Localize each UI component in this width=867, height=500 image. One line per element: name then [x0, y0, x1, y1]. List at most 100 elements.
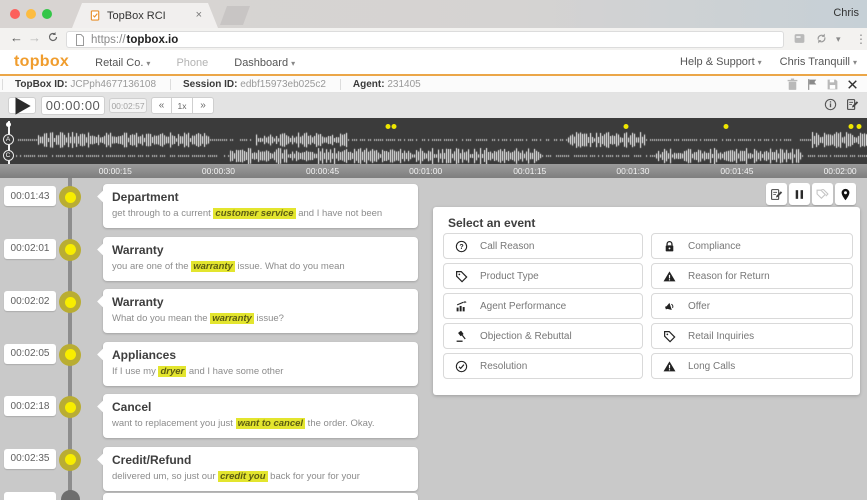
transcript-card[interactable]: Appliances If I use my dryer and I have s… [103, 341, 418, 386]
nav-item-dashboard[interactable]: Dashboard ▾ [234, 57, 295, 69]
nav-items: Retail Co. ▾ Phone Dashboard ▾ [69, 53, 295, 71]
transcript-card[interactable]: Cancel want to replacement you just want … [103, 394, 418, 438]
nav-item-chris-tranquill[interactable]: Chris Tranquill ▾ [780, 56, 857, 68]
nav-item-help-support[interactable]: Help & Support ▾ [680, 56, 762, 68]
timeline-event-dot[interactable] [59, 291, 81, 313]
new-tab-button[interactable] [220, 6, 250, 25]
transcript-card[interactable]: Department get through to a current custo… [103, 184, 418, 228]
speed-button[interactable]: 1x [172, 97, 193, 114]
transcript-card[interactable]: Warranty you are one of the warranty issu… [103, 236, 418, 281]
snippet-text: back for your for your [267, 470, 360, 482]
bar-chart-icon [455, 300, 468, 313]
url-bar[interactable]: https:// topbox.io [66, 31, 784, 48]
timebar-tick-label: 00:00:45 [305, 166, 340, 176]
browser-menu-icon[interactable]: ⋮ [855, 32, 867, 46]
event-button-reason-for-return[interactable]: Reason for Return [651, 263, 853, 289]
save-icon[interactable] [826, 78, 839, 91]
event-button-compliance[interactable]: Compliance [651, 233, 853, 259]
timeline-event-dot[interactable] [59, 238, 81, 261]
rewind-button[interactable]: « [151, 97, 172, 114]
event-button-label: Resolution [480, 360, 528, 372]
tab-close-icon[interactable]: × [196, 10, 202, 21]
transcript-card-title: Cancel [112, 400, 152, 414]
audio-player-bar: 00:00:00 00:02:57 « 1x » [0, 93, 867, 118]
waveform-event-marker [623, 124, 629, 129]
pin-icon [839, 188, 852, 201]
pin-button[interactable] [835, 183, 856, 205]
playhead-handle[interactable] [6, 122, 11, 127]
browser-tab[interactable]: TopBox RCI × [72, 3, 218, 28]
event-button-offer[interactable]: Offer [651, 293, 853, 319]
forward-button[interactable]: → [28, 30, 41, 45]
event-buttons: ? Call Reason Compliance Product Type Reason… [443, 233, 853, 379]
timeline-event-dot[interactable] [59, 343, 81, 366]
nav-item-retail-co-[interactable]: Retail Co. ▾ [95, 57, 150, 69]
timebar-tick-label: 00:01:45 [720, 166, 754, 176]
tab-favicon-icon [90, 9, 101, 22]
note-edit-icon [770, 188, 783, 201]
player-right-icons [824, 98, 859, 111]
snippet-text: you are one of the [112, 260, 192, 272]
session-field-label: TopBox ID: [15, 78, 71, 90]
warning-triangle-icon [663, 270, 676, 283]
event-button-call-reason[interactable]: ? Call Reason [443, 233, 643, 259]
chevron-down-icon: ▾ [146, 59, 151, 68]
flag-icon[interactable] [806, 78, 819, 91]
url-domain: topbox.io [126, 33, 179, 46]
timeline-event-dot[interactable] [59, 448, 81, 471]
waveform-timebar[interactable]: 00:00:15 00:00:30 00:00:45 00:01:00 00:01:15… [0, 164, 867, 178]
event-button-agent-performance[interactable]: Agent Performance [443, 293, 643, 319]
browser-caret-icon[interactable]: ▾ [836, 34, 841, 45]
note-edit-icon[interactable] [846, 98, 859, 111]
transcript-card[interactable]: Credit/Refund delivered um, so just our c… [103, 446, 418, 491]
session-bar: TopBox ID: JCPph4677136108 Session ID: ed… [0, 76, 867, 93]
url-scheme: https:// [91, 33, 126, 46]
pause-button[interactable] [789, 183, 810, 205]
trash-icon[interactable] [786, 78, 799, 91]
event-button-product-type[interactable]: Product Type [443, 263, 643, 289]
check-circle-icon [455, 360, 468, 373]
timeline-row: 00:02:01 Warranty you are one of the warra… [0, 236, 430, 290]
maximize-window-button[interactable] [42, 9, 52, 19]
event-button-objection-rebuttal[interactable]: Objection & Rebuttal [443, 323, 643, 349]
close-window-button[interactable] [10, 9, 20, 19]
timebar-tick-label: 00:00:15 [98, 166, 132, 176]
timeline-event-dot[interactable] [59, 186, 81, 208]
transcript-card-partial[interactable] [103, 493, 418, 500]
back-button[interactable]: ← [10, 30, 23, 45]
timeline-event-dot[interactable] [59, 396, 81, 418]
play-button[interactable] [8, 96, 36, 115]
event-button-long-calls[interactable]: Long Calls [651, 353, 853, 379]
note-edit-button[interactable] [766, 183, 787, 205]
transcript-card-snippet: get through to a current customer servic… [112, 208, 409, 219]
play-icon [9, 93, 35, 119]
gavel-icon [455, 330, 468, 343]
info-circle-icon[interactable] [824, 98, 837, 111]
event-panel-title: Select an event [448, 216, 536, 230]
tags-icon [816, 188, 829, 201]
tab-title: TopBox RCI [107, 9, 166, 22]
chevron-down-icon: ▾ [757, 58, 762, 67]
snippet-highlight: want to cancel [235, 418, 306, 429]
close-icon[interactable] [846, 78, 859, 91]
snippet-highlight: dryer [158, 365, 187, 377]
snippet-text: get through to a current [112, 208, 214, 219]
minimize-window-button[interactable] [26, 9, 36, 19]
nav-item-phone[interactable]: Phone [176, 57, 208, 69]
event-button-retail-inquiries[interactable]: Retail Inquiries [651, 323, 853, 349]
browser-profile-icon[interactable] [793, 32, 806, 45]
topbox-logo[interactable]: topbox [14, 53, 69, 71]
fast-forward-button[interactable]: » [193, 97, 214, 114]
timestamp-badge: 00:02:18 [4, 396, 56, 416]
transcript-card[interactable]: Warranty What do you mean the warranty is… [103, 289, 418, 333]
waveform-area[interactable]: A C [0, 118, 867, 164]
event-button-resolution[interactable]: Resolution [443, 353, 643, 379]
tags-button[interactable] [812, 183, 833, 205]
event-button-label: Objection & Rebuttal [480, 330, 572, 342]
event-panel: Select an event ? Call Reason Compliance Pr… [433, 207, 860, 395]
browser-extension-icon[interactable] [815, 32, 828, 45]
reload-button[interactable] [47, 31, 59, 43]
transcript-card-title: Warranty [112, 242, 164, 257]
waveform-canvas[interactable] [0, 118, 867, 164]
snippet-text: delivered um, so just our [112, 470, 219, 482]
